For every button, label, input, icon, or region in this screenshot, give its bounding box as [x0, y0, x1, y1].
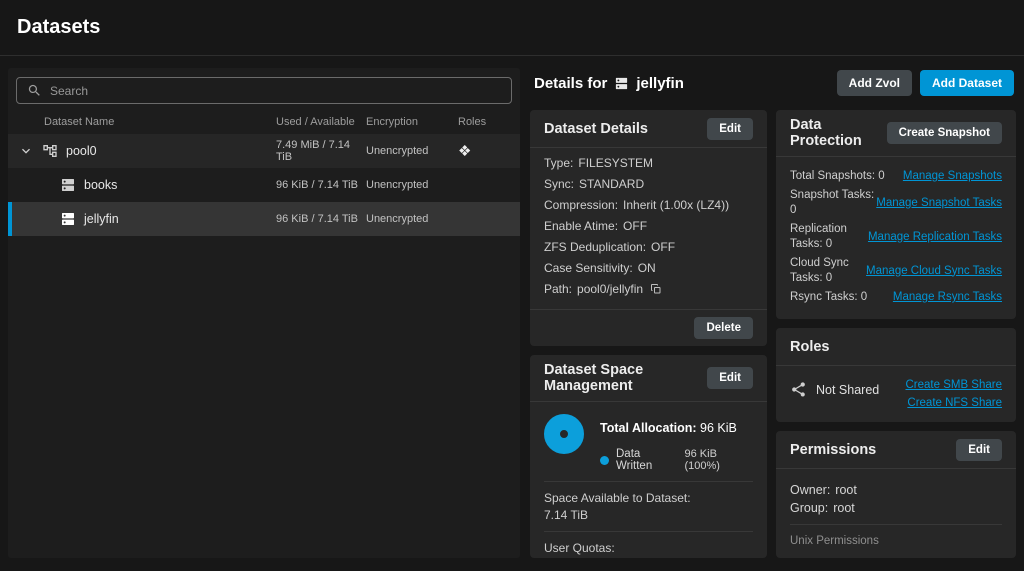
- replication-tasks-label: Replication Tasks: 0: [790, 223, 847, 250]
- compression-label: Compression:: [544, 198, 619, 212]
- details-panel: Details for jellyfin Add Zvol Add Datase…: [530, 68, 1016, 558]
- copy-icon[interactable]: [650, 283, 662, 295]
- pool-tree-icon: [42, 143, 58, 159]
- space-management-edit-button[interactable]: Edit: [707, 367, 753, 389]
- total-allocation-value: 96 KiB: [700, 421, 737, 435]
- group-value: root: [833, 501, 855, 515]
- group-label: Group:: [790, 501, 829, 515]
- owner-label: Owner:: [790, 483, 831, 497]
- search-input[interactable]: [50, 83, 501, 98]
- details-header: Details for jellyfin Add Zvol Add Datase…: [534, 70, 1014, 96]
- data-protection-title: Data Protection: [790, 117, 862, 149]
- manage-cloud-sync-tasks-link[interactable]: Manage Cloud Sync Tasks: [866, 264, 1002, 279]
- divider: [544, 531, 753, 532]
- manage-rsync-tasks-link[interactable]: Manage Rsync Tasks: [893, 290, 1002, 305]
- type-label: Type:: [544, 156, 574, 170]
- permission-entry-owner: root Read | Write | Execute: [790, 551, 1002, 558]
- total-allocation-label: Total Allocation:: [600, 421, 697, 435]
- tree-row-jellyfin[interactable]: jellyfin 96 KiB / 7.14 TiB Unencrypted: [8, 202, 520, 236]
- apps-role-icon: ❖: [458, 142, 472, 160]
- case-sensitivity-value: ON: [637, 261, 656, 275]
- details-dataset-name: jellyfin: [636, 74, 684, 92]
- tree-row-pool0[interactable]: pool0 7.49 MiB / 7.14 TiB Unencrypted ❖: [8, 134, 520, 168]
- dataset-details-title: Dataset Details: [544, 120, 648, 137]
- manage-snapshots-link[interactable]: Manage Snapshots: [903, 169, 1002, 184]
- divider: [544, 481, 753, 482]
- permissions-card: Permissions Edit Owner: root Group: root U…: [776, 431, 1016, 558]
- owner-value: root: [835, 483, 857, 497]
- search-box[interactable]: [16, 77, 512, 104]
- encryption-value: Unencrypted: [366, 213, 429, 225]
- column-used-available: Used / Available: [276, 116, 355, 128]
- dataset-icon: [614, 76, 629, 91]
- encryption-value: Unencrypted: [366, 179, 429, 191]
- encryption-value: Unencrypted: [366, 145, 429, 157]
- add-dataset-button[interactable]: Add Dataset: [919, 70, 1014, 96]
- dataset-tree-panel: Dataset Name Used / Available Encryption…: [8, 68, 520, 558]
- dataset-name-label: jellyfin: [84, 212, 119, 226]
- search-icon: [27, 83, 42, 98]
- unix-permissions-label: Unix Permissions: [790, 535, 879, 547]
- space-available-value: 7.14 TiB: [544, 508, 589, 522]
- dataset-icon: [60, 177, 76, 193]
- space-management-card: Dataset Space Management Edit Total Allo…: [530, 355, 767, 558]
- chevron-down-icon[interactable]: [18, 143, 42, 159]
- sync-label: Sync:: [544, 177, 575, 191]
- atime-value: OFF: [623, 219, 648, 233]
- tree-column-headers: Dataset Name Used / Available Encryption…: [8, 108, 520, 134]
- legend-label: Data Written: [616, 448, 653, 472]
- divider: [790, 524, 1002, 525]
- page-title: Datasets: [17, 16, 101, 38]
- case-sensitivity-label: Case Sensitivity:: [544, 261, 633, 275]
- sync-value: STANDARD: [579, 177, 645, 191]
- atime-label: Enable Atime:: [544, 219, 619, 233]
- main-content: Dataset Name Used / Available Encryption…: [0, 56, 1024, 558]
- used-available-value: 96 KiB / 7.14 TiB: [276, 213, 358, 225]
- compression-value: Inherit (1.00x (LZ4)): [623, 198, 730, 212]
- manage-replication-tasks-link[interactable]: Manage Replication Tasks: [868, 230, 1002, 245]
- details-title-prefix: Details for: [534, 74, 608, 92]
- tree-row-books[interactable]: books 96 KiB / 7.14 TiB Unencrypted: [8, 168, 520, 202]
- dedup-label: ZFS Deduplication:: [544, 240, 647, 254]
- roles-card: Roles Not Shared Create SMB Share Create…: [776, 328, 1016, 422]
- details-title: Details for jellyfin: [534, 75, 684, 92]
- permissions-edit-button[interactable]: Edit: [956, 438, 1002, 461]
- user-quotas-label: User Quotas:: [544, 541, 615, 555]
- path-value: pool0/jellyfin: [577, 282, 644, 296]
- add-zvol-button[interactable]: Add Zvol: [836, 70, 912, 96]
- create-snapshot-button[interactable]: Create Snapshot: [886, 122, 1002, 144]
- dataset-icon: [60, 211, 76, 227]
- delete-button[interactable]: Delete: [694, 317, 753, 339]
- space-management-title: Dataset Space Management: [544, 362, 644, 394]
- column-roles: Roles: [458, 116, 487, 128]
- legend-value: 96 KiB (100%): [684, 448, 720, 472]
- space-available-label: Space Available to Dataset:: [544, 491, 691, 505]
- create-nfs-share-link[interactable]: Create NFS Share: [907, 397, 1002, 409]
- permissions-title: Permissions: [790, 441, 877, 458]
- used-available-value: 96 KiB / 7.14 TiB: [276, 179, 358, 191]
- path-label: Path:: [544, 282, 573, 296]
- roles-title: Roles: [790, 338, 830, 355]
- type-value: FILESYSTEM: [578, 156, 654, 170]
- roles-status-text: Not Shared: [816, 382, 880, 397]
- share-icon: [790, 381, 807, 398]
- legend-dot: [600, 455, 609, 465]
- column-encryption: Encryption: [366, 116, 418, 128]
- rsync-tasks-label: Rsync Tasks: 0: [790, 291, 868, 303]
- dataset-name-label: books: [84, 178, 118, 192]
- snapshot-tasks-label: Snapshot Tasks: 0: [790, 189, 875, 216]
- dataset-details-edit-button[interactable]: Edit: [707, 117, 753, 140]
- used-available-value: 7.49 MiB / 7.14 TiB: [276, 139, 350, 163]
- column-dataset-name: Dataset Name: [44, 116, 115, 128]
- allocation-donut-chart: [544, 414, 584, 454]
- top-bar: Datasets: [0, 0, 1024, 56]
- dataset-details-card: Dataset Details Edit Type: FILESYSTEM Syn…: [530, 110, 767, 346]
- cloud-sync-tasks-label: Cloud Sync Tasks: 0: [790, 257, 849, 284]
- total-snapshots-label: Total Snapshots: 0: [790, 170, 885, 182]
- manage-snapshot-tasks-link[interactable]: Manage Snapshot Tasks: [876, 196, 1002, 211]
- create-smb-share-link[interactable]: Create SMB Share: [905, 379, 1002, 391]
- dedup-value: OFF: [651, 240, 676, 254]
- data-protection-card: Data Protection Create Snapshot Total Sn…: [776, 110, 1016, 319]
- dataset-name-label: pool0: [66, 144, 97, 158]
